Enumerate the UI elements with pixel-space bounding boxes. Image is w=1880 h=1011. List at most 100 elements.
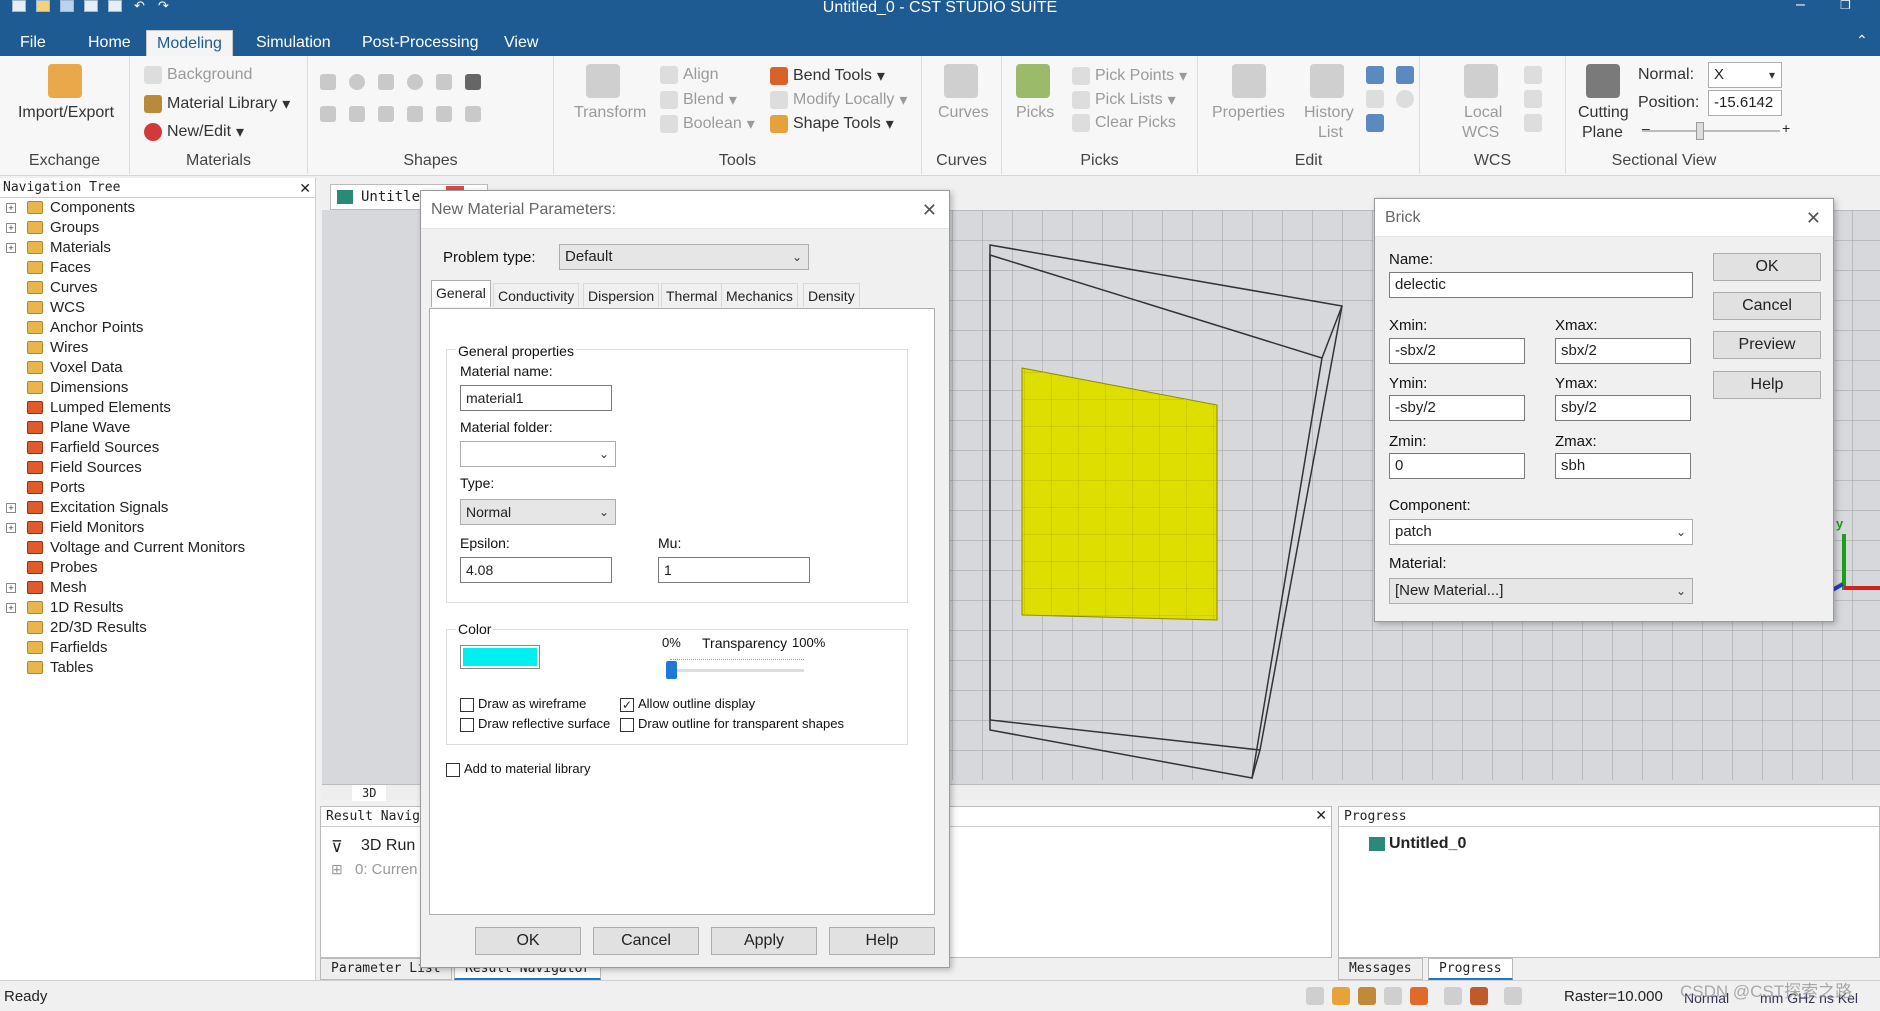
shape-primitives[interactable] <box>320 74 486 90</box>
tree-item[interactable]: Farfield Sources <box>0 438 315 458</box>
wcs-align-icon[interactable] <box>1524 66 1542 84</box>
transform-button[interactable]: Transform <box>574 104 646 122</box>
history-list-button-line2[interactable]: List <box>1318 124 1343 142</box>
align-button[interactable]: Align <box>660 66 719 84</box>
pan-icon[interactable] <box>1332 987 1350 1005</box>
history-list-button[interactable]: History <box>1304 104 1354 122</box>
tab-dispersion[interactable]: Dispersion <box>583 283 660 307</box>
apply-button[interactable]: Apply <box>711 927 817 955</box>
view-cube-icon[interactable] <box>1504 987 1522 1005</box>
material-name-input[interactable]: material1 <box>460 385 612 411</box>
tree-item[interactable]: Voxel Data <box>0 358 315 378</box>
tree-item[interactable]: Plane Wave <box>0 418 315 438</box>
tree-item[interactable]: Tables <box>0 658 315 678</box>
cutting-plane-button-line2[interactable]: Plane <box>1582 124 1623 142</box>
blend-button[interactable]: Blend ▾ <box>660 90 737 110</box>
tree-item[interactable]: Voltage and Current Monitors <box>0 538 315 558</box>
tree-item[interactable]: Wires <box>0 338 315 358</box>
slider-minus-icon[interactable]: – <box>1642 120 1650 136</box>
reflective-checkbox[interactable] <box>460 718 474 732</box>
close-icon[interactable]: ✕ <box>299 178 311 198</box>
ymax-input[interactable]: sby/2 <box>1555 395 1691 421</box>
cutting-plane-button[interactable]: Cutting <box>1578 104 1629 122</box>
expand-icon[interactable]: + <box>6 223 16 233</box>
close-icon[interactable]: ✕ <box>1315 807 1327 824</box>
picks-button[interactable]: Picks <box>1016 104 1054 122</box>
local-wcs-button[interactable]: Local <box>1464 104 1502 122</box>
mu-input[interactable]: 1 <box>658 557 810 583</box>
tree-item[interactable]: Curves <box>0 278 315 298</box>
boolean-button[interactable]: Boolean ▾ <box>660 114 755 134</box>
menu-file[interactable]: File <box>10 30 56 56</box>
tree-item[interactable]: Field Sources <box>0 458 315 478</box>
tree-item[interactable]: + Mesh <box>0 578 315 598</box>
position-slider[interactable] <box>1642 130 1780 132</box>
zoom-fit-icon[interactable] <box>1306 987 1324 1005</box>
menu-home[interactable]: Home <box>78 30 141 56</box>
transparency-thumb[interactable] <box>666 661 677 679</box>
tree-item[interactable]: WCS <box>0 298 315 318</box>
tree-item[interactable]: 2D/3D Results <box>0 618 315 638</box>
expand-icon[interactable]: + <box>6 583 16 593</box>
grid-icon[interactable] <box>1444 987 1462 1005</box>
zoom-icon[interactable] <box>1384 987 1402 1005</box>
dropdown-tool-icon[interactable] <box>1396 66 1414 84</box>
epsilon-input[interactable]: 4.08 <box>460 557 612 583</box>
expand-icon[interactable]: + <box>6 523 16 533</box>
maximize-icon[interactable]: ❐ <box>1840 0 1851 12</box>
parametrize-icon[interactable] <box>1366 114 1384 132</box>
brick-name-input[interactable]: delectic <box>1389 272 1693 298</box>
brick-preview-button[interactable]: Preview <box>1713 331 1821 359</box>
background-button[interactable]: Background <box>144 66 252 84</box>
help-button[interactable]: Help <box>829 927 935 955</box>
ok-button[interactable]: OK <box>475 927 581 955</box>
import-export-button[interactable]: Import/Export <box>14 104 118 122</box>
slider-thumb[interactable] <box>1696 122 1704 140</box>
normal-select[interactable]: X ▾ <box>1708 62 1782 88</box>
color-swatch-button[interactable] <box>460 645 540 669</box>
collapse-ribbon-icon[interactable]: ⌃ <box>1856 32 1868 49</box>
menu-post-processing[interactable]: Post-Processing <box>352 30 489 56</box>
pick-points-button[interactable]: Pick Points ▾ <box>1072 66 1187 86</box>
properties-button[interactable]: Properties <box>1212 104 1285 122</box>
shape-tools-button[interactable]: Shape Tools ▾ <box>770 114 894 134</box>
clear-picks-button[interactable]: Clear Picks <box>1072 114 1176 132</box>
transparency-slider[interactable] <box>670 669 804 672</box>
brick-help-button[interactable]: Help <box>1713 371 1821 399</box>
xmin-input[interactable]: -sbx/2 <box>1389 338 1525 364</box>
tree-item[interactable]: Lumped Elements <box>0 398 315 418</box>
minimize-icon[interactable]: – <box>1796 0 1805 14</box>
tab-mechanics[interactable]: Mechanics <box>721 283 798 307</box>
view-tab-3d[interactable]: 3D <box>352 785 387 801</box>
expand-icon[interactable]: + <box>6 603 16 613</box>
shape-operations[interactable] <box>320 106 486 122</box>
cancel-button[interactable]: Cancel <box>593 927 699 955</box>
tree-item[interactable]: Dimensions <box>0 378 315 398</box>
run-label[interactable]: 3D Run <box>361 837 415 855</box>
tree-item[interactable]: Probes <box>0 558 315 578</box>
add-to-library-checkbox[interactable] <box>446 763 460 777</box>
zmin-input[interactable]: 0 <box>1389 453 1525 479</box>
wcs-history-icon[interactable] <box>1524 114 1542 132</box>
tab-thermal[interactable]: Thermal <box>661 283 723 307</box>
zmax-input[interactable]: sbh <box>1555 453 1691 479</box>
problem-type-select[interactable]: Default ⌄ <box>559 244 809 270</box>
tree-item[interactable]: + Materials <box>0 238 315 258</box>
close-icon[interactable]: ✕ <box>1806 199 1821 237</box>
outline-checkbox[interactable]: ✓ <box>620 698 634 712</box>
tab-conductivity[interactable]: Conductivity <box>493 283 580 307</box>
pick-lists-button[interactable]: Pick Lists ▾ <box>1072 90 1176 110</box>
modify-locally-button[interactable]: Modify Locally ▾ <box>770 90 907 110</box>
menu-modeling[interactable]: Modeling <box>146 30 233 56</box>
expand-icon[interactable]: + <box>6 503 16 513</box>
ymin-input[interactable]: -sby/2 <box>1389 395 1525 421</box>
spin-icon[interactable] <box>1410 987 1428 1005</box>
filter-icon[interactable]: ⊽ <box>331 837 343 857</box>
wireframe-checkbox[interactable] <box>460 698 474 712</box>
outline-transparent-checkbox[interactable] <box>620 718 634 732</box>
close-icon[interactable]: ✕ <box>922 191 937 229</box>
curves-button[interactable]: Curves <box>938 104 989 122</box>
edit-tool-icon[interactable] <box>1366 90 1384 108</box>
tree-item[interactable]: +1D Results <box>0 598 315 618</box>
brick-cancel-button[interactable]: Cancel <box>1713 292 1821 320</box>
